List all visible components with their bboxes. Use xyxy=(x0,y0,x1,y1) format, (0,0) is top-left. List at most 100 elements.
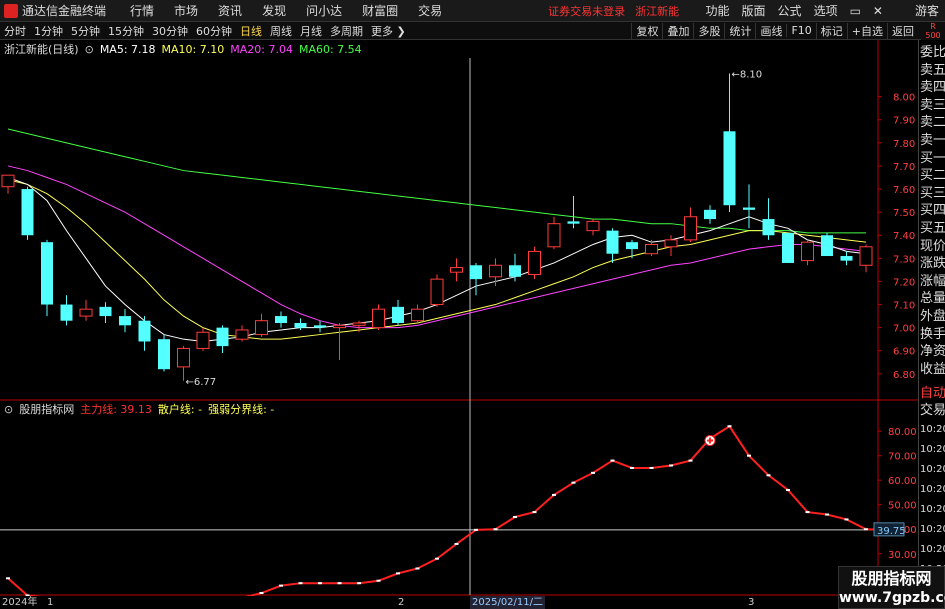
candle-body-up xyxy=(645,243,658,255)
quote-label: 买三 xyxy=(920,185,945,201)
quote-label: 买四 xyxy=(920,203,945,219)
price-tick-label: 7.20 xyxy=(893,277,915,288)
indicator-layer xyxy=(6,424,888,596)
badge-bottom: 500 xyxy=(925,31,941,40)
quote-label: 总量 xyxy=(920,291,945,307)
period-tab-monthly[interactable]: 月线 xyxy=(296,23,326,39)
f10-button[interactable]: F10 xyxy=(786,24,815,37)
indicator-point xyxy=(747,454,751,457)
candle-body-down xyxy=(840,256,853,261)
quote-label: 卖二 xyxy=(920,115,945,131)
indicator-point xyxy=(552,493,556,496)
back-button[interactable]: 返回 xyxy=(887,22,918,39)
indicator-point xyxy=(435,557,439,560)
login-notice[interactable]: 证券交易未登录 xyxy=(548,3,625,19)
indicator-point xyxy=(357,582,361,585)
candle-body-up xyxy=(859,246,873,266)
menu-item-layout[interactable]: 版面 xyxy=(736,2,772,19)
candle-body-down xyxy=(99,306,112,317)
price-tick-label: 7.90 xyxy=(893,116,915,127)
tick-time: 10:20 xyxy=(920,484,945,495)
period-tab-60min[interactable]: 60分钟 xyxy=(192,23,236,39)
candle-body-down xyxy=(158,339,170,370)
menu-item-options[interactable]: 选项 xyxy=(808,2,844,19)
price-tick-label: 7.50 xyxy=(893,208,915,219)
indicator-point xyxy=(513,515,517,518)
period-tab-multi[interactable]: 多周期 xyxy=(326,23,367,39)
price-tick-label: 7.70 xyxy=(893,162,915,173)
menu-item-news[interactable]: 资讯 xyxy=(208,2,252,19)
indicator-point xyxy=(844,518,849,521)
candle-body-down xyxy=(723,131,736,206)
level2-badge[interactable]: R 500 xyxy=(921,22,945,40)
menu-item-market[interactable]: 市场 xyxy=(164,2,208,19)
candlestick-layer xyxy=(1,73,873,381)
period-tab-5min[interactable]: 5分钟 xyxy=(67,23,104,39)
period-tab-1min[interactable]: 1分钟 xyxy=(30,23,67,39)
candle-body-down xyxy=(762,219,775,236)
grid-layer xyxy=(0,40,918,596)
current-value-label: 39.75 xyxy=(877,526,906,537)
menu-item-wealth[interactable]: 财富圈 xyxy=(352,2,408,19)
quote-label: 净资 xyxy=(920,344,945,360)
period-tab-15min[interactable]: 15分钟 xyxy=(104,23,148,39)
candle-body-up xyxy=(411,308,424,322)
candle-body-up xyxy=(196,331,210,349)
quote-label: 换手 xyxy=(920,326,945,342)
mark-button[interactable]: 标记 xyxy=(815,22,847,39)
multi-stock-button[interactable]: 多股 xyxy=(693,22,724,39)
date-label-month-1: 1 xyxy=(47,597,54,608)
statistics-button[interactable]: 统计 xyxy=(724,22,755,39)
indicator-point xyxy=(493,528,498,531)
indicator-point xyxy=(454,542,459,545)
current-stock-name: 浙江新能 xyxy=(635,4,680,18)
period-tab-daily[interactable]: 日线 xyxy=(236,23,266,39)
indicator-point xyxy=(279,584,283,587)
menu-item-trade[interactable]: 交易 xyxy=(408,2,452,19)
menu-item-function[interactable]: 功能 xyxy=(700,2,736,19)
moving-average-layer xyxy=(7,128,867,342)
candle-body-down xyxy=(704,209,716,220)
candle-body-down xyxy=(509,265,521,277)
candle-body-down xyxy=(567,221,580,224)
indicator-point xyxy=(669,464,673,467)
period-tab-30min[interactable]: 30分钟 xyxy=(148,23,192,39)
menu-item-ask[interactable]: 问小达 xyxy=(296,2,352,19)
candle-body-down xyxy=(743,207,755,210)
more-periods-button[interactable]: 更多 ❯ xyxy=(367,23,410,39)
menu-item-discover[interactable]: 发现 xyxy=(252,2,296,19)
indicator-point xyxy=(786,489,790,492)
candle-body-down xyxy=(392,306,404,324)
date-label-month-3: 3 xyxy=(748,597,755,608)
menu-item-quotes[interactable]: 行情 xyxy=(120,2,164,19)
candle-body-up xyxy=(684,216,697,241)
quote-label: 收益 xyxy=(920,361,945,377)
candle-body-down xyxy=(314,325,326,328)
indicator-point xyxy=(415,567,420,570)
candle-body-down xyxy=(821,235,833,257)
candle-body-up xyxy=(801,241,814,262)
price-tick-label: 7.60 xyxy=(893,185,915,196)
add-watchlist-button[interactable]: +自选 xyxy=(846,22,887,39)
indicator-tick-label: 80.00 xyxy=(888,427,917,438)
chart-canvas[interactable]: 8.00 7.90 7.80 7.70 7.60 7.50 7.40 7.30 7.20 7.10… xyxy=(0,40,918,596)
close-icon[interactable]: ✕ xyxy=(867,4,889,18)
guest-user[interactable]: 游客 xyxy=(915,2,939,19)
tick-time: 10:20 xyxy=(920,444,945,455)
overlay-button[interactable]: 叠加 xyxy=(662,22,693,39)
menu-item-formula[interactable]: 公式 xyxy=(772,2,808,19)
period-tab-weekly[interactable]: 周线 xyxy=(266,23,296,39)
indicator-tick-label: 50.00 xyxy=(888,501,917,512)
candle-body-up xyxy=(333,324,346,329)
candle-body-down xyxy=(138,320,151,342)
trade-label[interactable]: 交易 xyxy=(920,402,945,419)
period-tab-timeshare[interactable]: 分时 xyxy=(0,23,30,39)
auto-trade-label[interactable]: 自动 xyxy=(920,385,945,402)
app-title: 通达信金融终端 xyxy=(22,4,107,18)
draw-line-button[interactable]: 画线 xyxy=(755,22,786,39)
minimize-icon[interactable]: ▭ xyxy=(844,4,867,18)
adjust-button[interactable]: 复权 xyxy=(631,22,662,39)
indicator-point xyxy=(376,579,381,582)
candle-body-up xyxy=(450,267,463,273)
quote-label: 买五 xyxy=(920,221,945,236)
